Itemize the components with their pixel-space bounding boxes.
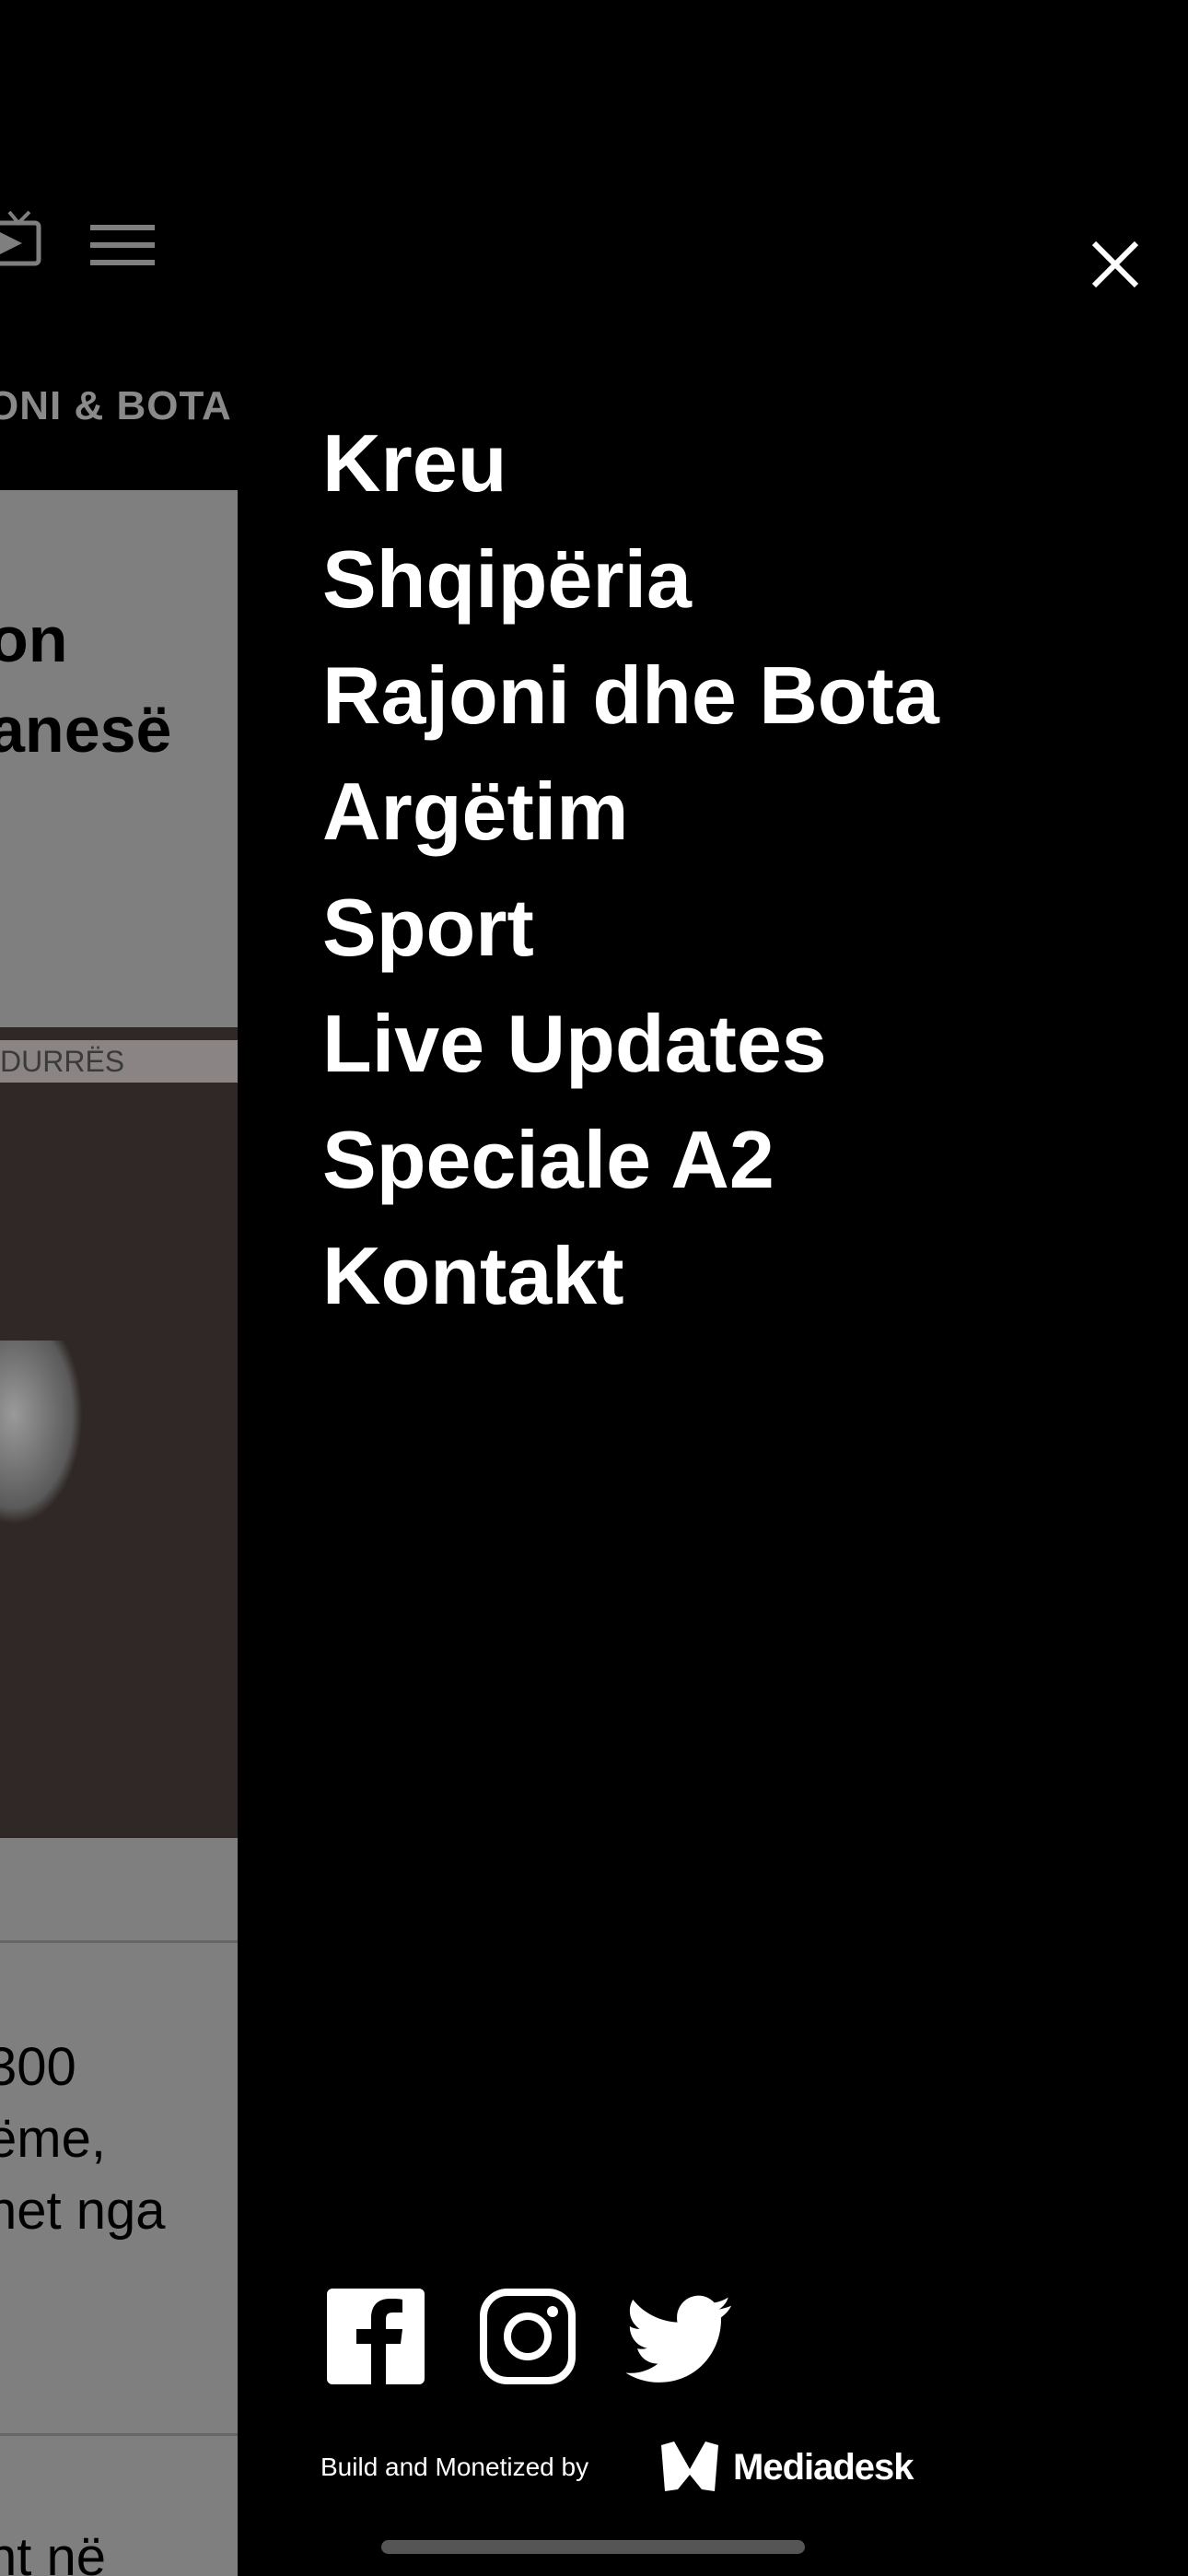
menu-item-rajoni-dhe-bota[interactable]: Rajoni dhe Bota [322,638,939,754]
divider [0,1940,238,1943]
image-content [0,1341,83,1525]
facebook-icon[interactable] [327,2289,425,2384]
tv-icon [0,210,41,266]
hamburger-menu-icon[interactable] [90,225,155,265]
category-label: ONI & BOTA [0,383,232,428]
menu-item-sport[interactable]: Sport [322,870,939,986]
headline-line: on [0,603,68,675]
home-indicator[interactable] [381,2540,805,2554]
menu-item-shqiperia[interactable]: Shqipëria [322,521,939,638]
body-text-line: ëme, [0,2109,106,2169]
divider [0,2433,238,2436]
menu-item-live-updates[interactable]: Live Updates [322,986,939,1102]
article-image: DURRËS [0,1027,238,1838]
body-text-line: 300 [0,2037,76,2097]
body-text-line: nt në [0,2527,106,2576]
menu-item-kreu[interactable]: Kreu [322,405,939,521]
body-text-line: net nga [0,2181,166,2241]
image-label: DURRËS [0,1040,238,1083]
menu-item-speciale-a2[interactable]: Speciale A2 [322,1102,939,1218]
main-menu: Kreu Shqipëria Rajoni dhe Bota Argëtim S… [322,405,939,1334]
menu-item-kontakt[interactable]: Kontakt [322,1218,939,1334]
twitter-icon[interactable] [626,2292,733,2388]
footer-credit: Build and Monetized by [320,2453,589,2481]
dimmed-background-page: ONI & BOTA on anesë DURRËS 300 ëme, net … [0,0,238,2576]
mediadesk-m-icon [661,2441,718,2491]
close-icon[interactable] [1089,238,1142,291]
mediadesk-brand: Mediadesk [733,2446,914,2488]
mediadesk-logo[interactable]: Mediadesk [659,2441,914,2493]
instagram-icon[interactable] [480,2289,576,2384]
menu-item-argetim[interactable]: Argëtim [322,754,939,870]
headline-line: anesë [0,694,172,766]
